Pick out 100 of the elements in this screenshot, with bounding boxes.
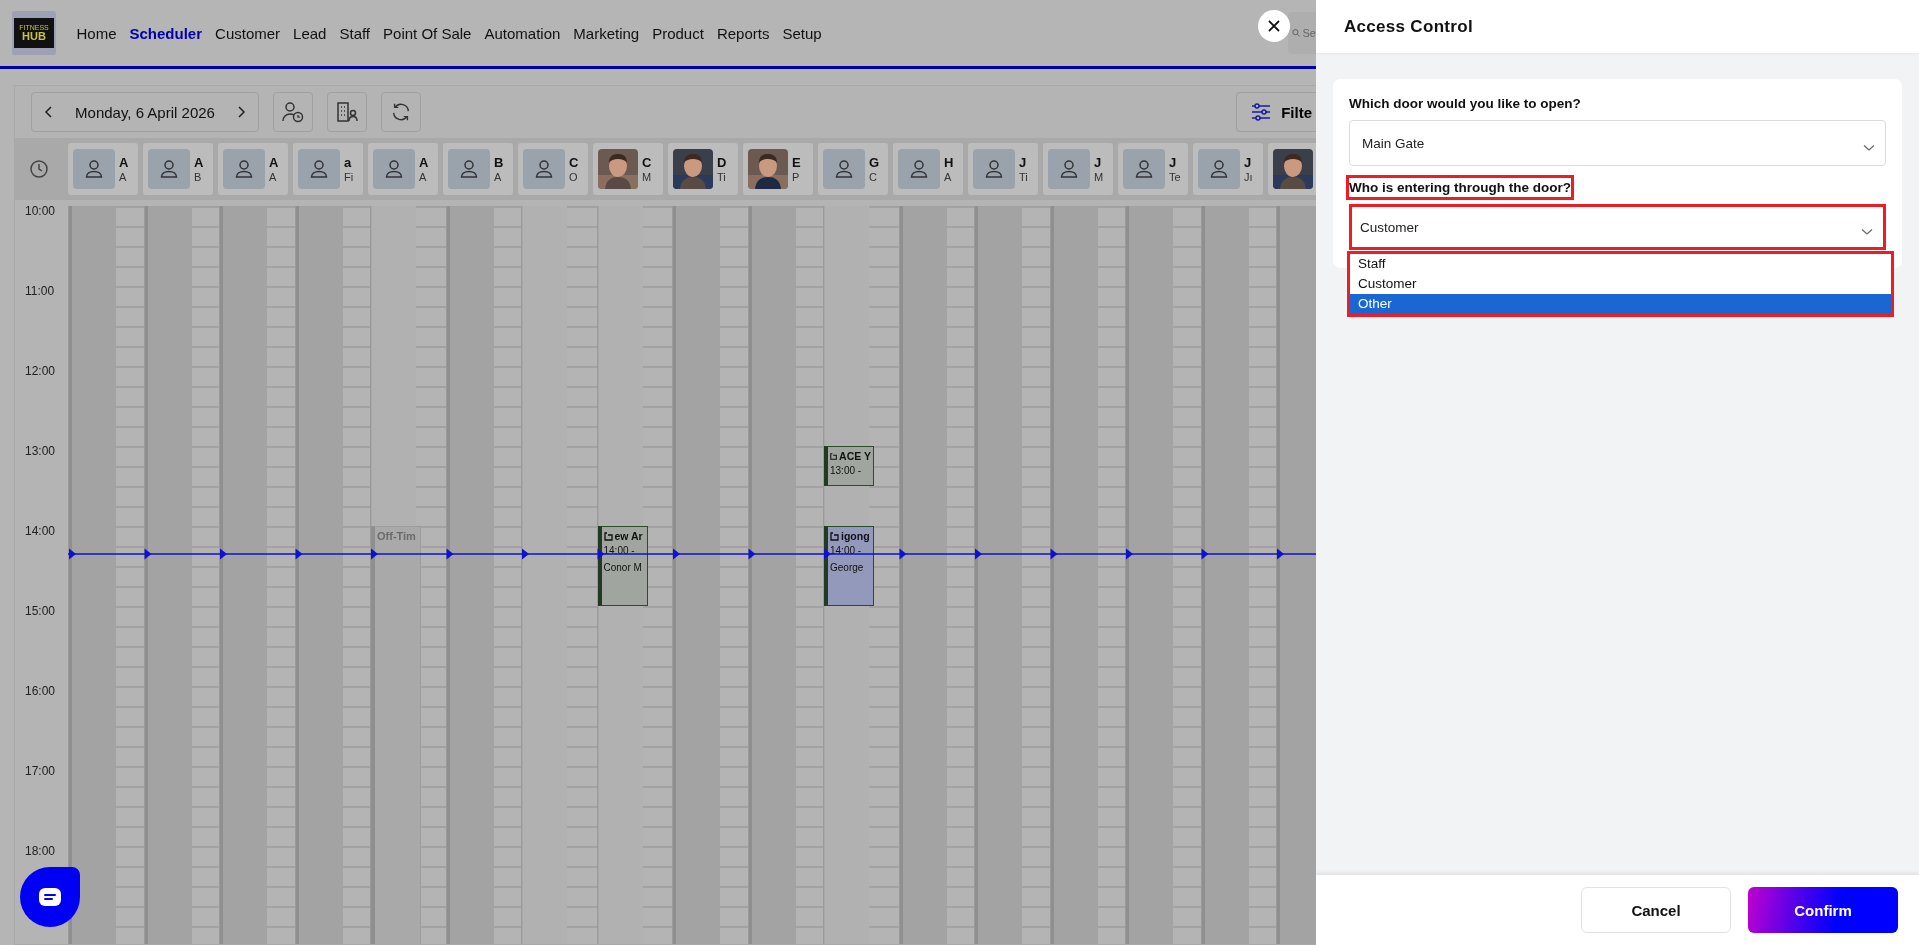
staff-initial: A	[119, 155, 130, 169]
staff-header[interactable]: J Ti	[968, 143, 1038, 195]
nav-link[interactable]: Staff	[332, 24, 377, 42]
nav-link[interactable]: Product	[645, 24, 711, 42]
close-button[interactable]	[1258, 10, 1290, 42]
search-icon	[1292, 28, 1301, 38]
staff-header[interactable]: H A	[893, 143, 963, 195]
staff-subtitle: A	[269, 171, 278, 183]
event-icon	[830, 531, 839, 541]
event-title: Off-Tim	[377, 530, 417, 542]
staff-subtitle: Te	[1169, 171, 1182, 183]
nav-link[interactable]: Home	[70, 24, 123, 42]
chevron-left-icon	[44, 106, 54, 118]
staff-header[interactable]: B A	[443, 143, 513, 195]
staff-subtitle: O	[569, 171, 579, 183]
staff-schedule-button[interactable]	[273, 92, 313, 132]
confirm-button[interactable]: Confirm	[1748, 887, 1898, 933]
staff-initial: D	[717, 155, 728, 169]
sliders-icon	[1251, 103, 1272, 121]
staff-initial: A	[419, 155, 430, 169]
staff-header[interactable]: G C	[818, 143, 888, 195]
staff-initial: J	[1019, 155, 1028, 169]
dropdown-option[interactable]: Customer	[1350, 274, 1891, 294]
chevron-down-icon	[1863, 144, 1875, 152]
event-icon	[830, 451, 838, 461]
staff-subtitle: M	[1094, 171, 1105, 183]
close-icon	[1267, 19, 1281, 33]
staff-header[interactable]: J Jı	[1193, 143, 1263, 195]
staff-header[interactable]: C M	[593, 143, 663, 195]
staff-initial: H	[944, 155, 955, 169]
staff-subtitle: Ti	[1019, 171, 1029, 183]
chevron-down-icon	[1861, 228, 1873, 236]
nav-link[interactable]: Automation	[477, 24, 567, 42]
staff-subtitle: A	[419, 171, 428, 183]
staff-initial: J	[1169, 155, 1178, 169]
staff-initial: J	[1094, 155, 1103, 169]
appointment-card[interactable]: ACE Y 13:00 -	[824, 446, 874, 486]
staff-header[interactable]: D Ti	[668, 143, 738, 195]
staff-initial: a	[344, 155, 353, 169]
event-title: ACE Y	[839, 450, 871, 462]
time-label: 12:00	[25, 364, 56, 378]
staff-subtitle: A	[944, 171, 953, 183]
building-person-icon	[335, 100, 359, 124]
staff-subtitle: Fi	[344, 171, 355, 183]
cancel-button[interactable]: Cancel	[1581, 887, 1731, 933]
nav-link[interactable]: Lead	[286, 24, 333, 42]
person-clock-icon	[281, 100, 305, 124]
staff-initial: E	[792, 155, 802, 169]
nav-link[interactable]: Setup	[775, 24, 829, 42]
staff-initial: A	[194, 155, 205, 169]
staff-header[interactable]: A A	[218, 143, 288, 195]
staff-header[interactable]: A B	[143, 143, 213, 195]
nav-link[interactable]: Customer	[208, 24, 287, 42]
nav-link[interactable]: Reports	[710, 24, 776, 42]
event-icon	[603, 531, 613, 541]
event-title: igong	[841, 530, 870, 542]
staff-subtitle: C	[869, 171, 878, 183]
staff-subtitle: A	[119, 171, 128, 183]
staff-header[interactable]: E P	[743, 143, 813, 195]
event-title: ew Ar	[614, 530, 643, 542]
refresh-icon	[390, 101, 412, 123]
staff-subtitle: A	[494, 171, 503, 183]
staff-header[interactable]: A A	[68, 143, 138, 195]
staff-initial: A	[269, 155, 280, 169]
staff-subtitle: M	[642, 171, 653, 183]
nav-link[interactable]: Marketing	[566, 24, 646, 42]
staff-subtitle: B	[194, 171, 203, 183]
event-time: 13:00 -	[830, 465, 863, 476]
field-label: Which door would you like to open?	[1348, 95, 1582, 113]
time-label: 18:00	[25, 844, 56, 858]
staff-subtitle: Jı	[1244, 171, 1254, 183]
staff-subtitle: Ti	[717, 171, 727, 183]
refresh-button[interactable]	[381, 92, 421, 132]
time-label: 10:00	[25, 204, 56, 218]
time-label: 13:00	[25, 444, 56, 458]
staff-header[interactable]: C O	[518, 143, 588, 195]
event-person: Conor M	[603, 562, 643, 573]
staff-header[interactable]: a Fi	[293, 143, 363, 195]
nav-link[interactable]: Scheduler	[123, 24, 209, 42]
nav-link[interactable]: Point Of Sale	[376, 24, 478, 42]
staff-initial: B	[494, 155, 505, 169]
dropdown-option[interactable]: Other	[1350, 294, 1891, 314]
time-label: 16:00	[25, 684, 56, 698]
field-label: Who is entering through the door?	[1346, 175, 1574, 200]
time-label: 17:00	[25, 764, 56, 778]
chat-icon	[38, 887, 62, 907]
time-label: 15:00	[25, 604, 56, 618]
clock-icon	[29, 159, 49, 179]
staff-header[interactable]: J Te	[1118, 143, 1188, 195]
staff-header[interactable]: A A	[368, 143, 438, 195]
staff-header[interactable]: J M	[1043, 143, 1113, 195]
chevron-right-icon	[236, 106, 246, 118]
time-label: 14:00	[25, 524, 56, 538]
select-field[interactable]: Main Gate	[1349, 120, 1886, 166]
dropdown-option[interactable]: Staff	[1350, 254, 1891, 274]
building-button[interactable]	[327, 92, 367, 132]
staff-initial: C	[642, 155, 653, 169]
date-label: Monday, 6 April 2026	[75, 103, 215, 121]
staff-subtitle: P	[792, 171, 801, 183]
select-field[interactable]: Customer	[1349, 204, 1886, 250]
